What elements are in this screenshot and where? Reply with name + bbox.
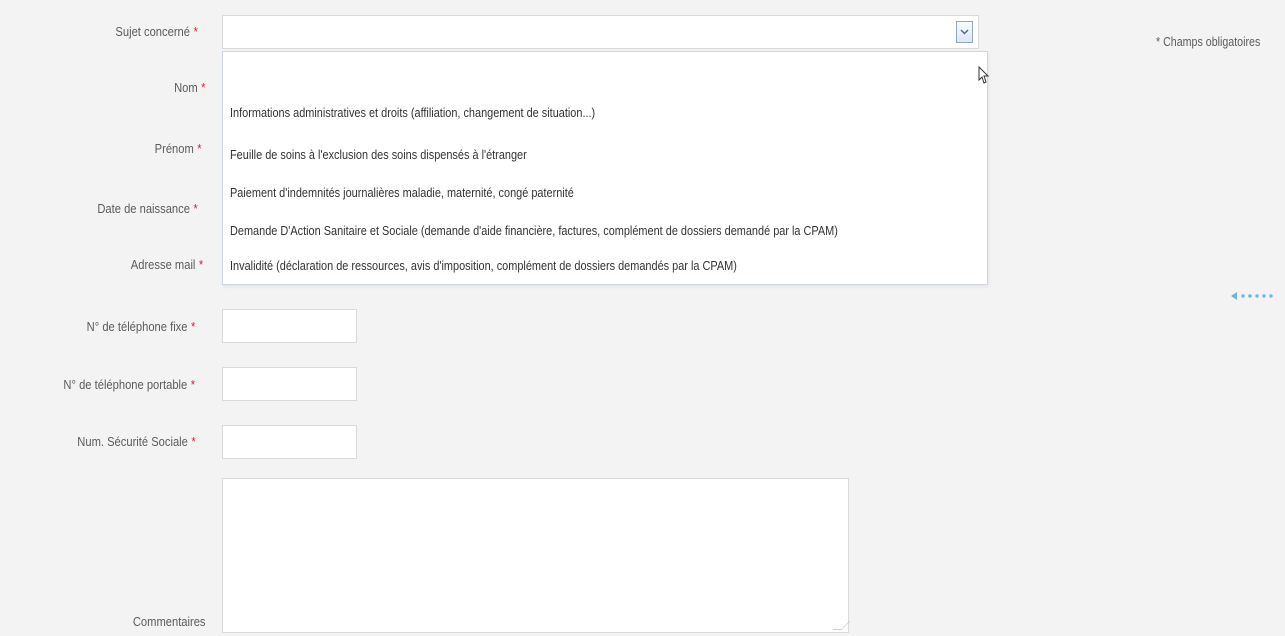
left-arrow-icon (1231, 292, 1273, 300)
required-mark: * (201, 80, 206, 95)
commentaires-label-text: Commentaires (133, 614, 206, 629)
dropdown-option-feuille-de-soins[interactable]: Feuille de soins à l'exclusion des soins… (230, 147, 527, 162)
nom-label-text: Nom (174, 80, 199, 95)
tel-fixe-label: N° de téléphone fixe * (86, 319, 195, 334)
prenom-label-text: Prénom (155, 141, 195, 156)
subject-select[interactable] (222, 15, 979, 49)
contact-form-page: Sujet concerné * Nom * Prénom * Date de nai… (0, 0, 1285, 636)
chevron-down-svg (960, 29, 969, 35)
subject-dropdown-list[interactable]: Informations administratives et droits (… (222, 51, 988, 285)
num-secu-label: Num. Sécurité Sociale * (78, 434, 196, 449)
mouse-cursor-icon (978, 66, 990, 84)
num-secu-label-text: Num. Sécurité Sociale (77, 434, 189, 449)
subject-label-text: Sujet concerné (115, 24, 191, 39)
resize-grip-icon[interactable] (832, 621, 851, 630)
required-mark: * (190, 319, 195, 334)
dropdown-option-invalidite[interactable]: Invalidité (déclaration de ressources, a… (230, 258, 737, 273)
required-mark: * (198, 257, 203, 272)
commentaires-label: Commentaires (133, 614, 206, 629)
dropdown-option-indemnites[interactable]: Paiement d'indemnités journalières malad… (230, 185, 574, 200)
required-mark: * (197, 141, 202, 156)
adresse-mail-label: Adresse mail * (131, 257, 203, 272)
dropdown-option-informations[interactable]: Informations administratives et droits (… (230, 105, 595, 120)
date-naissance-label-text: Date de naissance (97, 201, 191, 216)
required-mark: * (193, 201, 198, 216)
tel-portable-label-text: N° de téléphone portable (63, 377, 188, 392)
required-mark: * (193, 24, 198, 39)
subject-label: Sujet concerné * (116, 24, 198, 39)
date-naissance-label: Date de naissance * (98, 201, 198, 216)
tel-portable-label: N° de téléphone portable * (63, 377, 195, 392)
tel-fixe-label-text: N° de téléphone fixe (86, 319, 188, 334)
tel-fixe-input[interactable] (222, 309, 357, 343)
adresse-mail-label-text: Adresse mail (130, 257, 196, 272)
chevron-down-icon[interactable] (956, 21, 973, 43)
tel-portable-input[interactable] (222, 367, 357, 401)
required-mark: * (191, 434, 196, 449)
dropdown-option-action-sanitaire[interactable]: Demande D'Action Sanitaire et Sociale (d… (230, 223, 838, 238)
prenom-label: Prénom * (155, 141, 202, 156)
required-fields-note: * Champs obligatoires (1156, 34, 1261, 49)
num-secu-input[interactable] (222, 425, 357, 459)
nom-label: Nom * (175, 80, 206, 95)
commentaires-textarea[interactable] (222, 478, 851, 633)
required-mark: * (190, 377, 195, 392)
